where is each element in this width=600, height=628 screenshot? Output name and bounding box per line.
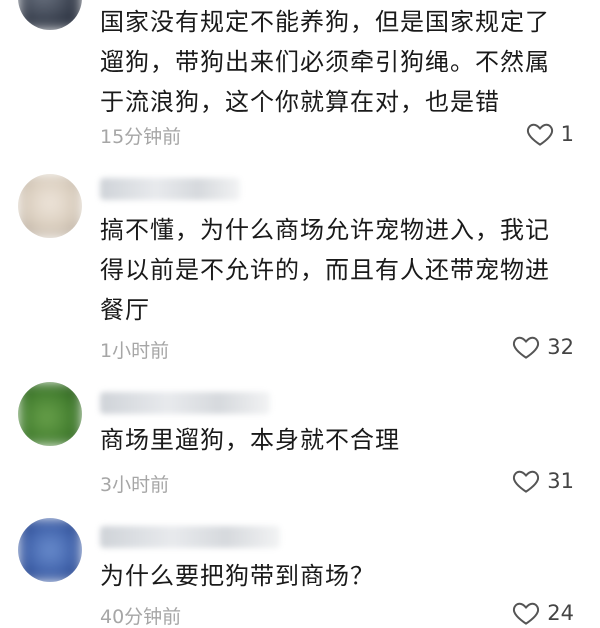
comment-time: 1小时前 xyxy=(100,340,170,362)
heart-icon xyxy=(513,602,540,625)
like-button[interactable]: 1 xyxy=(525,119,574,149)
comment-list: 国家没有规定不能养狗，但是国家规定了遛狗，带狗出来们必须牵引狗绳。不然属于流浪狗… xyxy=(0,0,600,628)
like-count: 24 xyxy=(547,601,574,625)
username-blurred[interactable] xyxy=(100,178,240,200)
comment-text: 搞不懂，为什么商场允许宠物进入，我记得以前是不允许的，而且有人还带宠物进餐厅 xyxy=(100,216,550,324)
heart-icon xyxy=(513,470,540,493)
heart-icon xyxy=(526,123,553,146)
comment-time: 15分钟前 xyxy=(100,126,182,148)
like-count: 32 xyxy=(547,335,574,359)
comment-text: 为什么要把狗带到商场？ xyxy=(100,562,375,590)
like-button[interactable]: 31 xyxy=(511,466,574,496)
like-button[interactable]: 32 xyxy=(511,332,574,362)
user-avatar[interactable] xyxy=(18,518,82,582)
comment-time: 3小时前 xyxy=(100,474,170,496)
like-button[interactable]: 24 xyxy=(511,598,574,628)
username-blurred[interactable] xyxy=(100,526,280,548)
like-count: 31 xyxy=(547,469,574,493)
comment-text: 国家没有规定不能养狗，但是国家规定了遛狗，带狗出来们必须牵引狗绳。不然属于流浪狗… xyxy=(100,8,550,116)
comment-time: 40分钟前 xyxy=(100,606,182,628)
user-avatar[interactable] xyxy=(18,0,82,30)
user-avatar[interactable] xyxy=(18,382,82,446)
comment-text: 商场里遛狗，本身就不合理 xyxy=(100,426,400,454)
like-count: 1 xyxy=(560,122,574,146)
username-blurred[interactable] xyxy=(100,392,270,414)
heart-icon xyxy=(513,336,540,359)
user-avatar[interactable] xyxy=(18,174,82,238)
